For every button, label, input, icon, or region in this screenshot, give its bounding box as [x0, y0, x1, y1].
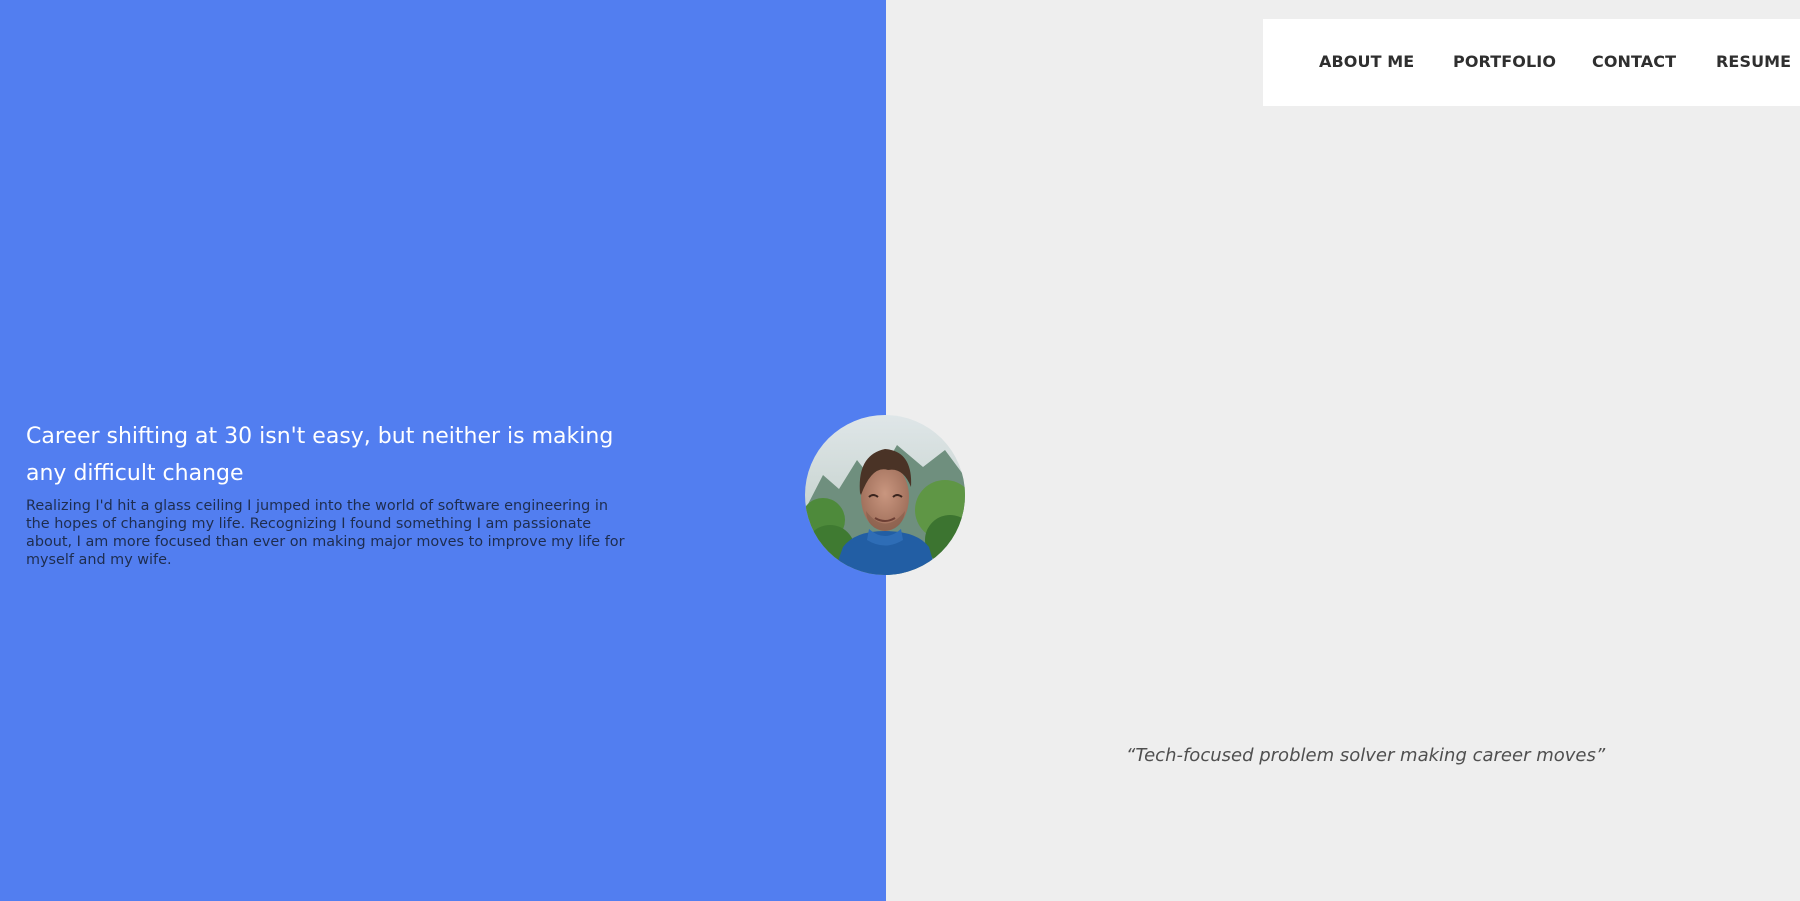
nav-portfolio-link[interactable]: PORTFOLIO [1453, 52, 1556, 71]
top-navigation: ABOUT ME PORTFOLIO CONTACT RESUME [1263, 19, 1800, 106]
page: ABOUT ME PORTFOLIO CONTACT RESUME Career… [0, 0, 1800, 901]
tagline-quote: “Tech-focused problem solver making care… [1126, 745, 1606, 766]
nav-resume-link[interactable]: RESUME [1716, 52, 1791, 71]
nav-contact-link[interactable]: CONTACT [1592, 52, 1676, 71]
nav-about-me-link[interactable]: ABOUT ME [1319, 52, 1414, 71]
profile-avatar [805, 415, 965, 575]
hero-headline: Career shifting at 30 isn't easy, but ne… [26, 424, 614, 486]
hero-intro-text: Realizing I'd hit a glass ceiling I jump… [26, 498, 625, 568]
profile-photo [805, 415, 965, 575]
